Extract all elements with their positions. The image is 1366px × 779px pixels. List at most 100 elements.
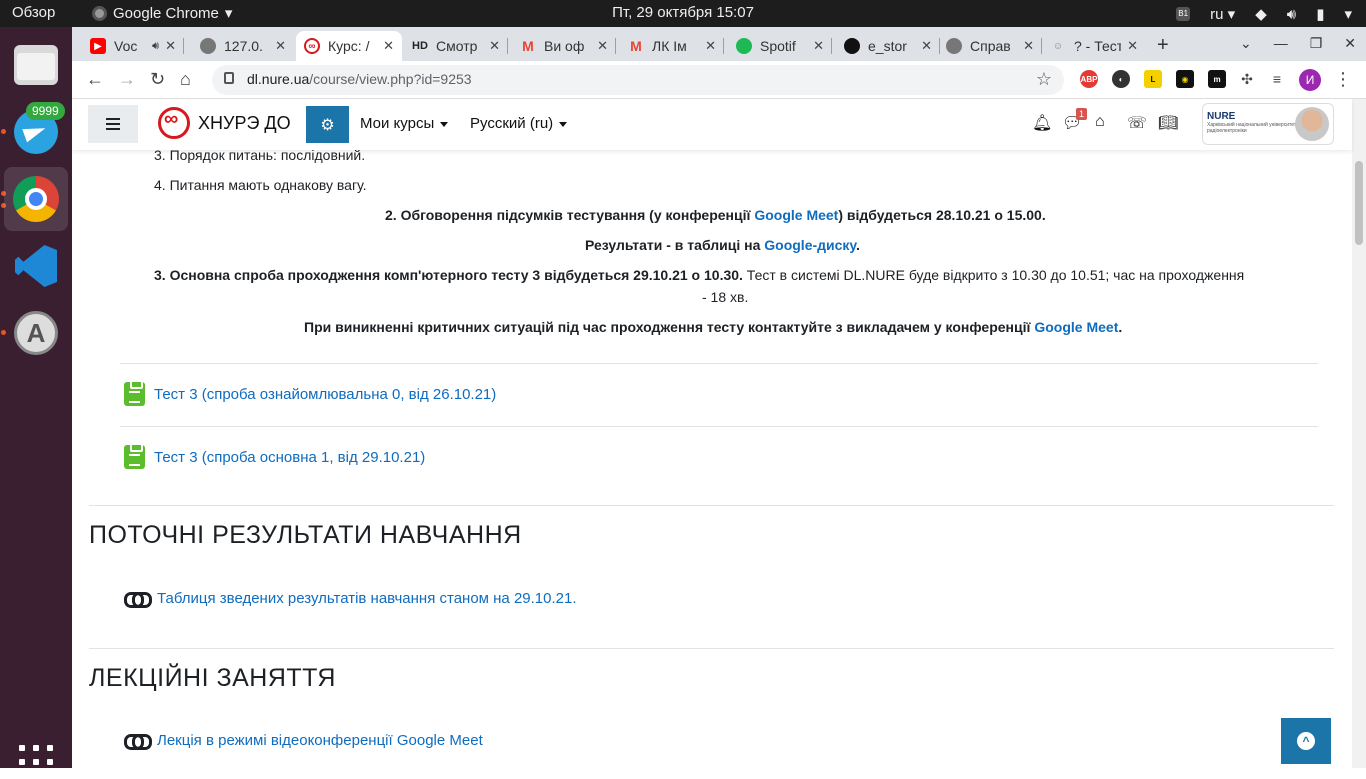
tab-label: Курс: / xyxy=(328,38,370,54)
vscode-launcher[interactable] xyxy=(4,234,68,298)
system-tray: B1 ru ▾ ◆ 🔊︎ ▮ ▾ xyxy=(1176,3,1366,25)
indicator-icon[interactable]: B1 xyxy=(1176,7,1191,21)
extension-icon[interactable]: ◐ xyxy=(1112,70,1130,88)
user-avatar[interactable] xyxy=(1295,107,1329,141)
tab-4[interactable]: HD Смотр ✕ xyxy=(404,31,508,61)
clock[interactable]: Пт, 29 октября 15:07 xyxy=(0,4,1366,21)
user-menu[interactable]: NURE Харківський національний університет… xyxy=(1202,103,1334,145)
google-meet-link[interactable]: Google Meet xyxy=(754,207,838,223)
url-activity-2[interactable]: Лекція в режимі відеоконференції Google … xyxy=(124,732,483,750)
power-menu-icon[interactable]: ▾ xyxy=(1344,5,1352,23)
maximize-icon[interactable]: ❐ xyxy=(1310,35,1323,52)
close-tab-icon[interactable]: ✕ xyxy=(705,38,716,54)
divider xyxy=(120,363,1318,364)
home-icon[interactable]: ⌂ xyxy=(1095,113,1105,131)
close-tab-icon[interactable]: ✕ xyxy=(489,38,500,54)
extension-icon[interactable]: L xyxy=(1144,70,1162,88)
tab-6[interactable]: M ЛК Ім ✕ xyxy=(620,31,724,61)
puzzle-icon[interactable]: ✣ xyxy=(1238,70,1256,88)
page-viewport: ХНУРЭ ДО ⚙ Мои курсы Русский (ru) 🔔︎ 💬︎ … xyxy=(72,99,1366,768)
close-tab-icon[interactable]: ✕ xyxy=(275,38,286,54)
tab-label: Voc xyxy=(114,38,138,54)
google-drive-link[interactable]: Google-диску xyxy=(764,237,856,253)
tab-strip: ▶ Voc 🔊︎ ✕ 127.0. ✕ ∞ Курс: / ✕ HD Смотр… xyxy=(72,27,1366,61)
software-center-launcher[interactable]: A xyxy=(4,301,68,365)
wifi-icon[interactable]: ◆ xyxy=(1255,5,1267,23)
phone-icon[interactable]: ☏ xyxy=(1127,113,1147,133)
address-bar[interactable]: dl.nure.ua/course/view.php?id=9253 ☆ xyxy=(212,65,1064,95)
gmail-icon: M xyxy=(522,38,534,54)
close-tab-icon[interactable]: ✕ xyxy=(597,38,608,54)
minimize-icon[interactable]: — xyxy=(1274,35,1288,52)
url-activity-1[interactable]: Таблиця зведених результатів навчання ст… xyxy=(124,590,577,608)
forward-icon[interactable]: → xyxy=(118,69,136,90)
page-scrollbar[interactable] xyxy=(1352,99,1366,768)
quiz-activity-2[interactable]: Тест 3 (спроба основна 1, від 29.10.21) xyxy=(124,443,425,469)
extension-icon[interactable]: ◉ xyxy=(1176,70,1194,88)
keyboard-layout[interactable]: ru ▾ xyxy=(1210,5,1235,23)
scrollbar-thumb[interactable] xyxy=(1355,161,1363,245)
telegram-launcher[interactable]: 9999 xyxy=(4,100,68,164)
media-controls-icon[interactable]: ≡ xyxy=(1268,70,1286,88)
book-icon[interactable]: 📖︎ xyxy=(1158,113,1178,133)
close-window-icon[interactable]: ✕ xyxy=(1344,35,1356,52)
show-applications-icon[interactable] xyxy=(19,745,53,779)
github-icon xyxy=(844,38,860,54)
close-tab-icon[interactable]: ✕ xyxy=(1127,38,1138,54)
files-launcher[interactable] xyxy=(4,33,68,97)
close-tab-icon[interactable]: ✕ xyxy=(383,38,394,54)
bookmark-star-icon[interactable]: ☆ xyxy=(1036,69,1052,90)
tab-3-active[interactable]: ∞ Курс: / ✕ xyxy=(296,31,402,61)
my-courses-label: Мои курсы xyxy=(360,115,435,132)
settings-gear-button[interactable]: ⚙ xyxy=(306,106,349,143)
caret-down-icon xyxy=(440,121,449,127)
tab-7[interactable]: Spotif ✕ xyxy=(728,31,832,61)
back-icon[interactable]: ← xyxy=(86,69,104,90)
tab-5[interactable]: M Ви оф ✕ xyxy=(512,31,616,61)
battery-icon[interactable]: ▮ xyxy=(1316,5,1324,23)
home-icon[interactable]: ⌂ xyxy=(180,69,191,90)
close-tab-icon[interactable]: ✕ xyxy=(165,38,176,54)
tab-label: ? - Тест xyxy=(1074,38,1122,54)
new-tab-button[interactable]: + xyxy=(1157,34,1169,57)
close-tab-icon[interactable]: ✕ xyxy=(921,38,932,54)
text: При виникненні критичних ситуацій під ча… xyxy=(304,319,1031,335)
quiz-link[interactable]: Тест 3 (спроба основна 1, від 29.10.21) xyxy=(154,449,425,466)
lecture-meet-link[interactable]: Лекція в режимі відеоконференції Google … xyxy=(157,732,483,749)
quiz-link[interactable]: Тест 3 (спроба ознайомлювальна 0, від 26… xyxy=(154,386,496,403)
quiz-activity-1[interactable]: Тест 3 (спроба ознайомлювальна 0, від 26… xyxy=(124,380,496,406)
more-menu-icon[interactable]: ⋮ xyxy=(1334,69,1352,90)
close-tab-icon[interactable]: ✕ xyxy=(1023,38,1034,54)
url-text[interactable]: dl.nure.ua/course/view.php?id=9253 xyxy=(247,71,472,87)
vscode-icon xyxy=(15,245,57,287)
hamburger-menu-button[interactable] xyxy=(88,105,138,143)
reload-icon[interactable]: ↻ xyxy=(150,69,165,90)
tab-search-icon[interactable]: ⌄ xyxy=(1240,35,1252,52)
tab-label: Ви оф xyxy=(544,38,585,54)
tab-9[interactable]: Справ ✕ xyxy=(938,31,1042,61)
volume-icon[interactable]: 🔊︎ xyxy=(1287,6,1296,23)
adblock-icon[interactable]: ABP xyxy=(1080,70,1098,88)
tab-10[interactable]: ☺ ? - Тест ✕ xyxy=(1042,31,1146,61)
language-menu[interactable]: Русский (ru) xyxy=(470,115,568,132)
chrome-launcher[interactable] xyxy=(4,167,68,231)
tab-1[interactable]: ▶ Voc 🔊︎ ✕ xyxy=(82,31,184,61)
close-tab-icon[interactable]: ✕ xyxy=(813,38,824,54)
tab-8[interactable]: e_stor ✕ xyxy=(836,31,940,61)
profile-avatar[interactable]: И xyxy=(1299,69,1321,91)
text: 3. Основна спроба проходження комп'ютерн… xyxy=(154,267,743,283)
tab-label: e_stor xyxy=(868,38,907,54)
site-brand[interactable]: ХНУРЭ ДО xyxy=(158,107,291,139)
dock: 9999 A xyxy=(0,27,72,779)
link-icon xyxy=(124,733,152,750)
quiz-icon xyxy=(124,380,145,406)
back-to-top-button[interactable]: ^ xyxy=(1281,718,1331,764)
tab-label: Смотр xyxy=(436,38,478,54)
bell-icon[interactable]: 🔔︎ xyxy=(1032,113,1052,133)
extension-icon[interactable]: m xyxy=(1208,70,1226,88)
google-meet-link[interactable]: Google Meet xyxy=(1034,319,1118,335)
tab-2[interactable]: 127.0. ✕ xyxy=(192,31,294,61)
my-courses-menu[interactable]: Мои курсы xyxy=(360,115,449,132)
results-table-link[interactable]: Таблиця зведених результатів навчання ст… xyxy=(157,590,577,607)
lock-icon[interactable] xyxy=(224,72,234,84)
